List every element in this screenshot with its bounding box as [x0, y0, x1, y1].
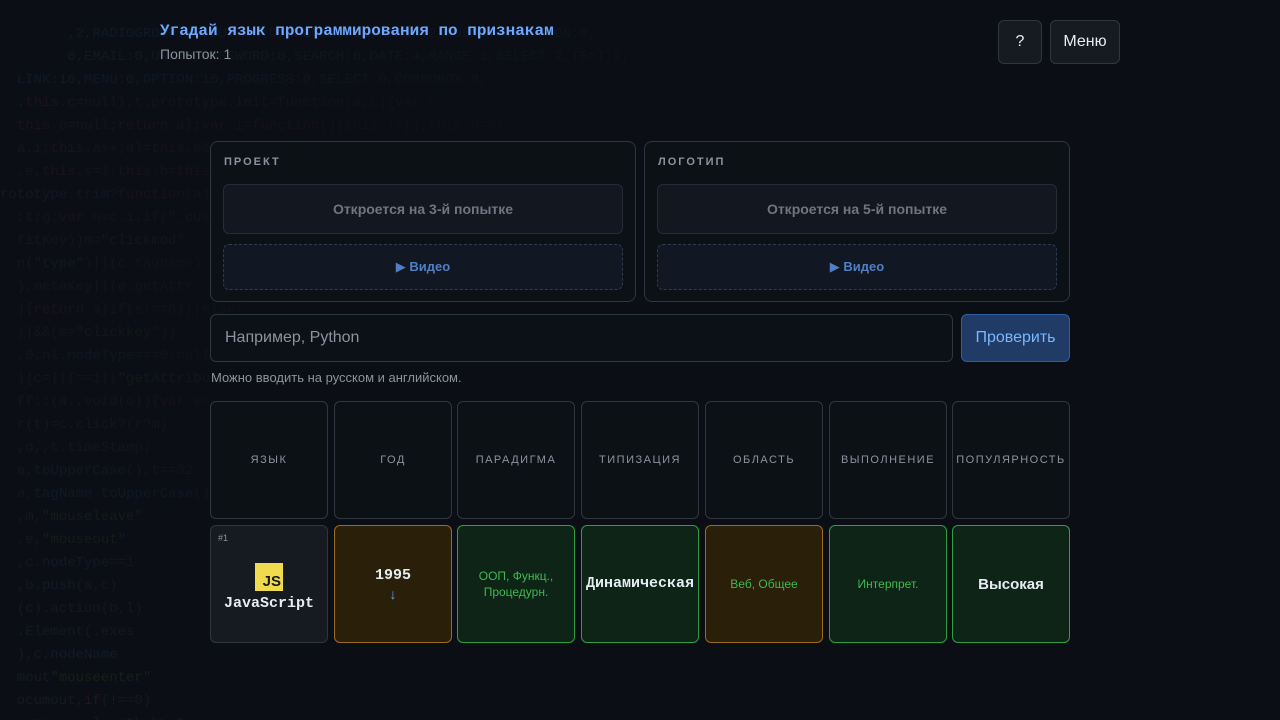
header-popularity: ПОПУЛЯРНОСТЬ	[952, 401, 1070, 519]
header-typing: ТИПИЗАЦИЯ	[581, 401, 699, 519]
logo-clue-label: ЛОГОТИП	[658, 156, 726, 168]
logo-clue-locked: Откроется на 5-й попытке	[657, 184, 1057, 234]
guess-domain-cell: Веб, Общее	[705, 525, 823, 643]
project-clue-label: ПРОЕКТ	[224, 156, 281, 168]
page-title: Угадай язык программирования по признака…	[160, 22, 554, 40]
header-year: ГОД	[334, 401, 452, 519]
arrow-down-icon: ↓	[389, 585, 397, 602]
header-paradigm: ПАРАДИГМА	[457, 401, 575, 519]
guess-domain-value: Веб, Общее	[730, 577, 798, 591]
input-hint: Можно вводить на русском и английском.	[211, 370, 462, 385]
check-button[interactable]: Проверить	[961, 314, 1070, 362]
project-clue-locked: Откроется на 3-й попытке	[223, 184, 623, 234]
guess-execution-value: Интерпрет.	[857, 577, 919, 591]
menu-button[interactable]: Меню	[1050, 20, 1120, 64]
guess-year-value: 1995	[374, 566, 411, 584]
attempts-counter: Попыток: 1	[160, 46, 232, 62]
logo-clue-card: ЛОГОТИП Откроется на 5-й попытке ▶ Видео	[644, 141, 1070, 302]
guess-input[interactable]	[210, 314, 953, 362]
guess-popularity-value: Высокая	[978, 575, 1044, 593]
project-clue-card: ПРОЕКТ Откроется на 3-й попытке ▶ Видео	[210, 141, 636, 302]
guess-typing-value: Динамическая	[585, 575, 695, 592]
header-language: ЯЗЫК	[210, 401, 328, 519]
guess-typing-cell: Динамическая	[581, 525, 699, 643]
guess-language-name: JavaScript	[223, 594, 314, 612]
logo-video-button[interactable]: ▶ Видео	[657, 244, 1057, 290]
guess-year-cell: 1995 ↓	[334, 525, 452, 643]
guess-paradigm-cell: ООП, Функц., Процедурн.	[457, 525, 575, 643]
javascript-logo-icon: JS	[255, 562, 283, 591]
guess-popularity-cell: Высокая	[952, 525, 1070, 643]
header-domain: ОБЛАСТЬ	[705, 401, 823, 519]
header-execution: ВЫПОЛНЕНИЕ	[829, 401, 947, 519]
guess-language-cell: #1 JS JavaScript	[210, 525, 328, 643]
help-button[interactable]: ?	[998, 20, 1042, 64]
guess-paradigm-value: ООП, Функц., Процедурн.	[478, 569, 554, 599]
project-video-button[interactable]: ▶ Видео	[223, 244, 623, 290]
guess-execution-cell: Интерпрет.	[829, 525, 947, 643]
guess-index: #1	[218, 533, 229, 543]
